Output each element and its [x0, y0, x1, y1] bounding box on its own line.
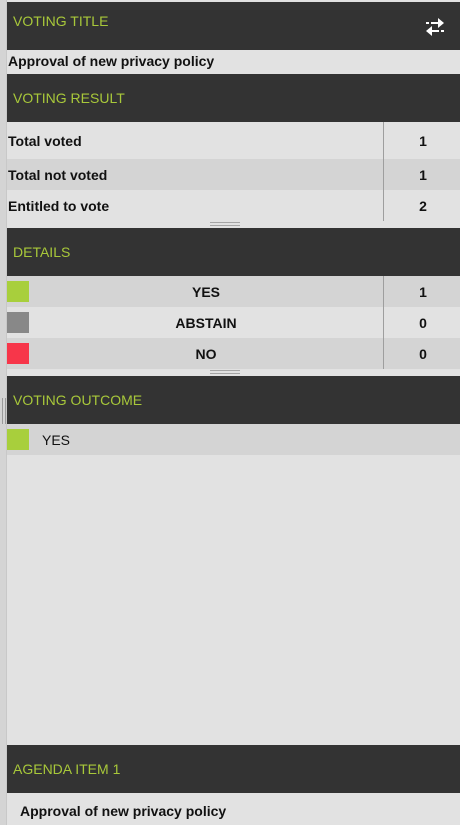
details-row-no: NO 0	[7, 338, 460, 369]
agenda-item-header: AGENDA ITEM 1	[7, 745, 460, 793]
result-label: Total voted	[8, 132, 82, 149]
details-value: 0	[419, 345, 427, 362]
details-value: 0	[419, 314, 427, 331]
result-value: 2	[419, 197, 427, 214]
voting-outcome-header: VOTING OUTCOME	[7, 376, 460, 424]
voting-title-header: VOTING TITLE	[7, 2, 460, 50]
outcome-color-swatch	[7, 429, 29, 450]
voting-title-heading: VOTING TITLE	[13, 13, 109, 29]
result-label: Entitled to vote	[8, 197, 110, 214]
voting-outcome-heading: VOTING OUTCOME	[13, 392, 143, 408]
details-header: DETAILS	[7, 228, 460, 276]
section-resize-handle[interactable]	[210, 370, 240, 374]
voting-panel: VOTING TITLE Approval of new privacy pol…	[0, 0, 460, 825]
result-row-total-voted: Total voted 1	[7, 122, 460, 159]
details-label: NO	[195, 345, 217, 362]
details-label: ABSTAIN	[175, 314, 237, 331]
section-resize-handle[interactable]	[210, 222, 240, 226]
details-value: 1	[419, 283, 427, 300]
result-label: Total not voted	[8, 166, 108, 183]
result-value: 1	[419, 132, 427, 149]
no-color-swatch	[7, 343, 29, 364]
agenda-item-text: Approval of new privacy policy	[20, 803, 227, 819]
swap-arrows-icon[interactable]	[424, 16, 446, 38]
details-row-abstain: ABSTAIN 0	[7, 307, 460, 338]
outcome-label: YES	[42, 432, 71, 448]
splitter-grip[interactable]	[2, 398, 6, 424]
yes-color-swatch	[7, 281, 29, 302]
details-heading: DETAILS	[13, 244, 71, 260]
details-row-yes: YES 1	[7, 276, 460, 307]
voting-result-header: VOTING RESULT	[7, 74, 460, 122]
result-row-entitled: Entitled to vote 2	[7, 190, 460, 221]
voting-result-heading: VOTING RESULT	[13, 90, 125, 106]
abstain-color-swatch	[7, 312, 29, 333]
voting-outcome-row: YES	[7, 424, 460, 455]
result-value: 1	[419, 166, 427, 183]
left-splitter[interactable]	[0, 0, 7, 825]
result-row-total-not-voted: Total not voted 1	[7, 159, 460, 190]
agenda-item-heading: AGENDA ITEM 1	[13, 761, 121, 777]
details-label: YES	[191, 283, 220, 300]
voting-title-text: Approval of new privacy policy	[8, 53, 215, 69]
